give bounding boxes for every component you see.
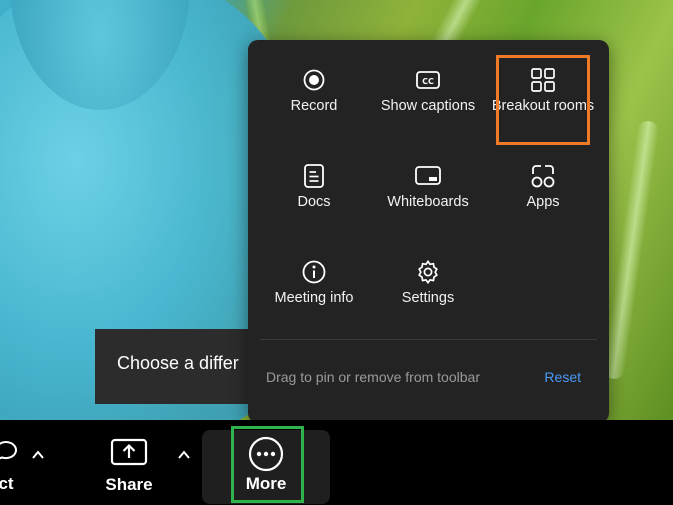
more-button-highlight [231, 426, 304, 503]
menu-item-label: Show captions [380, 98, 476, 114]
gear-icon [372, 258, 484, 286]
toolbar-item-share[interactable]: Share [98, 438, 160, 495]
menu-item-meeting-info[interactable]: Meeting info [258, 258, 370, 308]
menu-divider [260, 339, 597, 340]
notification-toast: Choose a differ [95, 329, 265, 404]
menu-item-label: Whiteboards [387, 194, 469, 210]
toolbar-item-label: Share [105, 475, 153, 494]
chat-bubble-icon [0, 441, 17, 460]
share-screen-icon [110, 438, 148, 466]
menu-item-label: Settings [401, 290, 455, 306]
menu-item-label: Breakout rooms [491, 98, 595, 114]
menu-item-whiteboards[interactable]: Whiteboards [372, 162, 484, 212]
captions-icon: CC [372, 66, 484, 94]
leaf-highlight [602, 119, 660, 381]
docs-icon [258, 162, 370, 190]
menu-item-label: Apps [526, 194, 560, 210]
toast-text: Choose a differ [117, 353, 239, 373]
svg-text:CC: CC [422, 77, 434, 86]
toolbar-item-partial[interactable]: ct [0, 438, 26, 494]
apps-icon [487, 162, 599, 190]
chevron-up-icon[interactable] [177, 448, 191, 462]
menu-hint-text: Drag to pin or remove from toolbar [266, 369, 480, 385]
record-icon [258, 66, 370, 94]
menu-item-label: Meeting info [274, 290, 354, 306]
info-icon [258, 258, 370, 286]
menu-item-settings[interactable]: Settings [372, 258, 484, 308]
menu-item-show-captions[interactable]: CC Show captions [372, 66, 484, 116]
breakout-rooms-icon [487, 66, 599, 94]
menu-item-record[interactable]: Record [258, 66, 370, 116]
more-menu: Record CC Show captions Breakout rooms D… [248, 40, 609, 423]
menu-item-label: Record [290, 98, 338, 114]
menu-item-label: Docs [297, 194, 331, 210]
meeting-toolbar: ct Share More [0, 420, 673, 505]
menu-item-apps[interactable]: Apps [487, 162, 599, 212]
menu-item-docs[interactable]: Docs [258, 162, 370, 212]
reset-link[interactable]: Reset [544, 369, 581, 385]
toolbar-item-label: ct [0, 474, 14, 493]
chevron-up-icon[interactable] [31, 448, 45, 462]
menu-item-breakout-rooms[interactable]: Breakout rooms [487, 66, 599, 116]
whiteboard-icon [372, 162, 484, 190]
